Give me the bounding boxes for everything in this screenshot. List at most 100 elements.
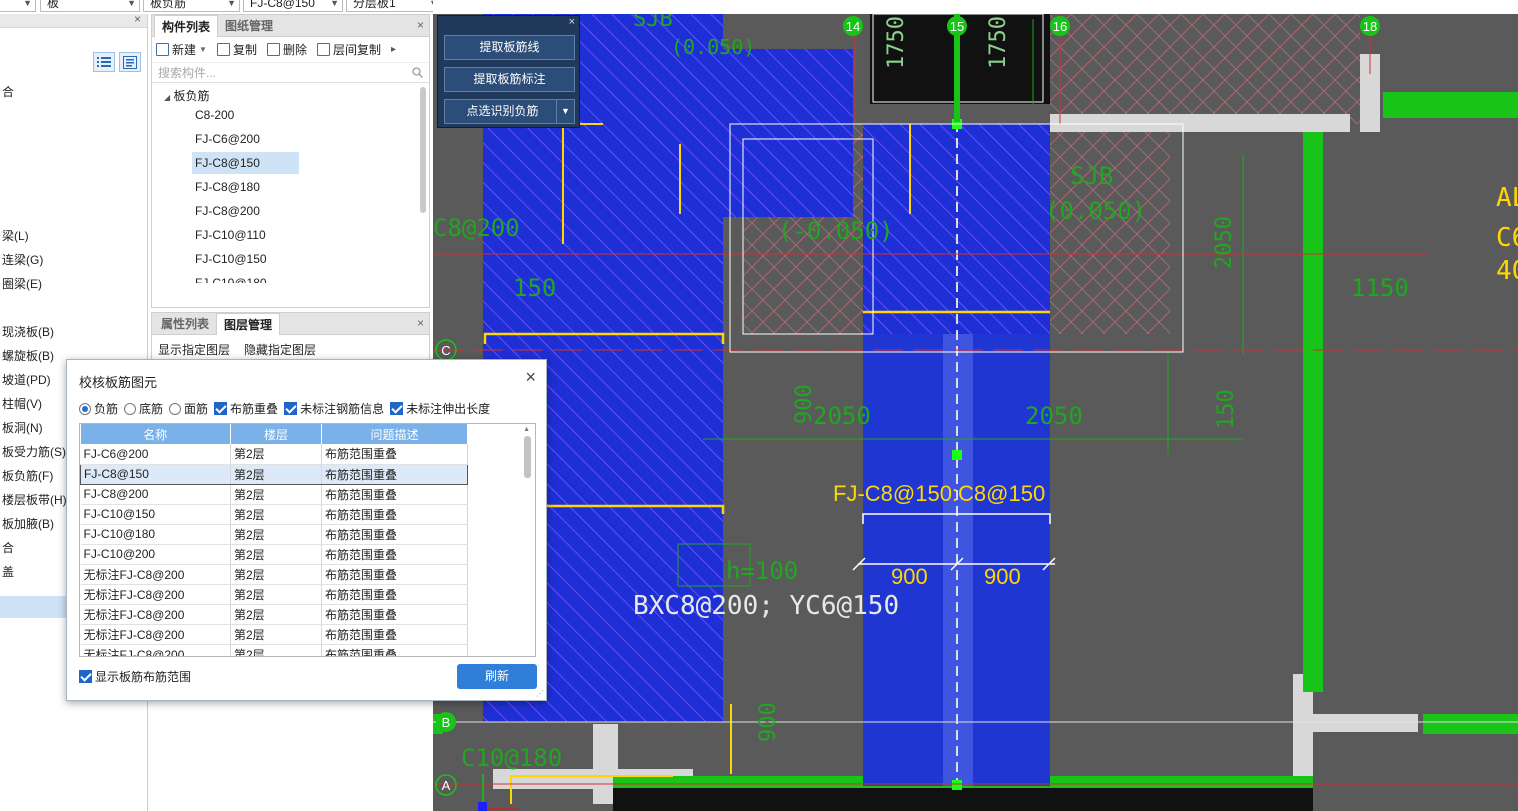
column-header-name[interactable]: 名称 (80, 424, 231, 444)
more-icon[interactable]: ▸ (391, 44, 396, 55)
search-placeholder: 搜索构件... (158, 66, 217, 80)
close-icon[interactable]: × (569, 16, 575, 28)
combo-layer-value: 分层板1 (353, 0, 396, 10)
checkbox-checked-icon (390, 402, 404, 415)
grip-point[interactable] (952, 780, 962, 790)
hide-layer-button[interactable]: 隐藏指定图层 (244, 341, 316, 358)
floor-copy-button[interactable]: 层间复制 (316, 41, 381, 58)
refresh-button[interactable]: 刷新 (457, 664, 537, 689)
tree-scrollbar[interactable] (420, 87, 426, 213)
tree-item[interactable]: FJ-C10@110 (192, 224, 269, 246)
tab-component-list[interactable]: 构件列表 (154, 15, 219, 37)
cell-floor: 第2层 (230, 444, 322, 465)
new-button[interactable]: 新建 ▼ (156, 41, 207, 58)
nav-partial-item[interactable]: 合 (2, 537, 14, 559)
radio-bottom[interactable]: 底筋 (124, 400, 163, 417)
dim-text: 2050 (1212, 216, 1237, 269)
copy-button-label: 复制 (232, 43, 257, 57)
list-view-icon[interactable] (93, 52, 115, 72)
extract-rebar-line-button[interactable]: 提取板筋线 (444, 35, 575, 60)
filter-options: 负筋 底筋 面筋 布筋重叠 未标注钢筋信息 未标注伸出长度 (79, 400, 496, 417)
column-header-floor[interactable]: 楼层 (230, 424, 322, 444)
nav-partial-item[interactable]: 盖 (2, 561, 14, 583)
table-row[interactable]: FJ-C10@200 第2层 布筋范围重叠 (80, 544, 468, 565)
trash-icon (266, 43, 280, 56)
cad-canvas[interactable]: 14 15 16 18 C B A 1750 1750 2050 150 900… (433, 14, 1518, 811)
table-row[interactable]: FJ-C6@200 第2层 布筋范围重叠 (80, 444, 468, 465)
tree-item-selected[interactable]: FJ-C8@150 (192, 152, 299, 174)
close-icon[interactable]: × (417, 18, 424, 32)
tree-root[interactable]: ◢ 板负筋 (164, 87, 210, 104)
table-row[interactable]: 无标注FJ-C8@200 第2层 布筋范围重叠 (80, 564, 468, 585)
tree-item[interactable]: FJ-C10@150 (192, 248, 270, 270)
nav-partial-item[interactable]: 合 (2, 81, 14, 103)
expand-triangle-icon[interactable]: ◢ (164, 93, 170, 102)
search-input[interactable]: 搜索构件... (152, 63, 429, 83)
nav-item-beam[interactable]: 梁(L) (2, 225, 29, 247)
radio-negative[interactable]: 负筋 (79, 400, 118, 417)
table-row[interactable]: FJ-C10@150 第2层 布筋范围重叠 (80, 504, 468, 525)
close-icon[interactable]: × (417, 316, 424, 330)
nav-item-spiral-slab[interactable]: 螺旋板(B) (2, 345, 54, 367)
slab-thickness: h=100 (726, 557, 798, 585)
extract-rebar-label-button[interactable]: 提取板筋标注 (444, 67, 575, 92)
nav-item-cast-slab[interactable]: 现浇板(B) (2, 321, 54, 343)
nav-item-slab-haunch[interactable]: 板加腋(B) (2, 513, 54, 535)
nav-item-coupling-beam[interactable]: 连梁(G) (2, 249, 43, 271)
scroll-up-icon[interactable]: ▲ (523, 426, 530, 433)
table-row-selected[interactable]: FJ-C8@150 第2层 布筋范围重叠 (80, 463, 468, 485)
combo-category[interactable]: 板 ▼ (40, 0, 140, 12)
table-row[interactable]: 无标注FJ-C8@200 第2层 布筋范围重叠 (80, 624, 468, 645)
close-icon[interactable]: × (525, 368, 536, 386)
table-row[interactable]: FJ-C10@180 第2层 布筋范围重叠 (80, 524, 468, 545)
cell-floor: 第2层 (230, 584, 322, 605)
rebar-label: FJ-C8@150:C8@150 (833, 481, 1045, 506)
table-row[interactable]: 无标注FJ-C8@200 第2层 布筋范围重叠 (80, 584, 468, 605)
radio-top[interactable]: 面筋 (169, 400, 208, 417)
cell-issue: 布筋范围重叠 (321, 624, 468, 645)
tree-item[interactable]: FJ-C8@200 (192, 200, 263, 222)
show-range-checkbox[interactable]: 显示板筋布筋范围 (79, 668, 191, 685)
rebar-range (583, 49, 853, 217)
checkbox-no-rebar-info[interactable]: 未标注钢筋信息 (284, 400, 384, 417)
chevron-down-icon[interactable]: ▼ (556, 100, 574, 123)
resize-grip-icon[interactable]: ⋰ (536, 689, 544, 698)
combo-layer[interactable]: 分层板1 ▼ (346, 0, 433, 12)
tree-item[interactable]: C8-200 (192, 104, 237, 126)
nav-item-column-cap[interactable]: 柱帽(V) (2, 393, 42, 415)
nav-item-slab-neg-rebar[interactable]: 板负筋(F) (2, 465, 53, 487)
nav-item-ramp[interactable]: 坡道(PD) (2, 369, 51, 391)
delete-button[interactable]: 删除 (266, 41, 307, 58)
nav-item-slab-bottom-rebar[interactable]: 板受力筋(S) (2, 441, 66, 463)
right-label: C6 (1496, 223, 1518, 253)
nav-item-ring-beam[interactable]: 圈梁(E) (2, 273, 42, 295)
checkbox-overlap[interactable]: 布筋重叠 (214, 400, 278, 417)
component-toolbar: 新建 ▼ 复制 删除 层间复制 ▸ (152, 37, 429, 63)
property-tabs: 属性列表 图层管理 × (152, 313, 429, 335)
combo-type[interactable]: 板负筋 ▼ (143, 0, 240, 12)
tree-item[interactable]: FJ-C8@180 (192, 176, 263, 198)
tree-item[interactable]: FJ-C6@200 (192, 128, 263, 150)
cell-issue: 布筋范围重叠 (321, 444, 468, 465)
checkbox-no-length[interactable]: 未标注伸出长度 (390, 400, 490, 417)
table-scrollbar[interactable] (524, 436, 531, 478)
nav-item-slab-hole[interactable]: 板洞(N) (2, 417, 43, 439)
close-icon[interactable]: × (134, 12, 141, 26)
table-row[interactable]: 无标注FJ-C8@200 第2层 布筋范围重叠 (80, 604, 468, 625)
tab-layer-management[interactable]: 图层管理 (216, 313, 281, 335)
nav-item-floor-band[interactable]: 楼层板带(H) (2, 489, 67, 511)
copy-button[interactable]: 复制 (216, 41, 257, 58)
grip-point[interactable] (952, 450, 962, 460)
detail-view-icon[interactable] (119, 52, 141, 72)
tab-property-list[interactable]: 属性列表 (154, 313, 216, 335)
column-header-issue[interactable]: 问题描述 (321, 424, 468, 444)
tab-drawing-management[interactable]: 图纸管理 (218, 15, 280, 37)
table-row[interactable]: 无标注FJ-C8@200 第2层 布筋范围重叠 (80, 644, 468, 656)
pick-neg-rebar-button[interactable]: 点选识别负筋 ▼ (444, 99, 575, 124)
combo-blank[interactable]: ▼ (0, 0, 36, 12)
tree-item[interactable]: FJ-C10@180 (192, 272, 270, 283)
table-row[interactable]: FJ-C8@200 第2层 布筋范围重叠 (80, 484, 468, 505)
combo-component[interactable]: FJ-C8@150 ▼ (243, 0, 343, 12)
slab-label: BXC8@200; YC6@150 (633, 591, 899, 621)
show-layer-button[interactable]: 显示指定图层 (158, 341, 230, 358)
